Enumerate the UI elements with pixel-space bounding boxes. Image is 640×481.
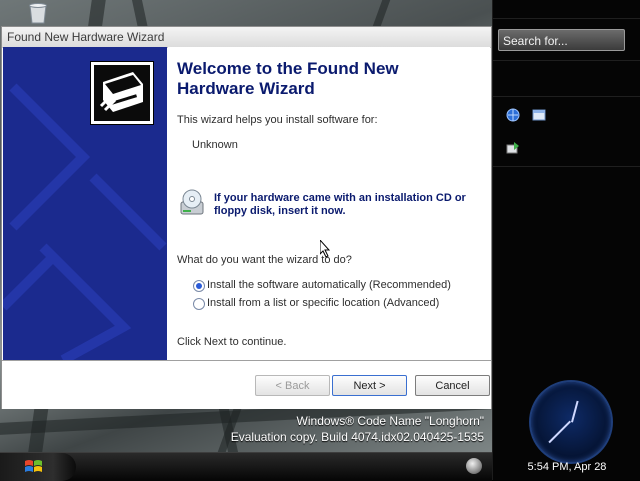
radio-install-from-list[interactable]	[193, 298, 205, 310]
option-label[interactable]: Install the software automatically (Reco…	[207, 279, 451, 291]
sidebar-window-icon[interactable]	[531, 107, 547, 123]
clock-time-text: 5:54 PM, Apr 28	[527, 461, 607, 473]
device-name: Unknown	[192, 139, 238, 151]
evaluation-watermark: Windows® Code Name "Longhorn" Evaluation…	[184, 413, 484, 445]
watermark-line-2: Evaluation copy. Build 4074.idx02.040425…	[230, 430, 484, 444]
clock-minute-hand	[548, 420, 571, 444]
cd-floppy-icon	[180, 189, 204, 215]
sidebar: Search for... 5:54 PM, Apr 28	[492, 0, 640, 480]
sidebar-network-icon[interactable]	[505, 107, 521, 123]
clock-hour-hand	[571, 400, 579, 423]
intro-text: This wizard helps you install software f…	[177, 114, 378, 126]
sidebar-divider	[493, 166, 640, 167]
wizard-body: Welcome to the Found New Hardware Wizard…	[168, 47, 490, 360]
continue-text: Click Next to continue.	[177, 336, 287, 348]
radio-install-automatically[interactable]	[193, 280, 205, 292]
search-input[interactable]: Search for...	[498, 29, 625, 51]
option-label[interactable]: Install from a list or specific location…	[207, 297, 439, 309]
sidebar-divider	[493, 96, 640, 97]
wizard-heading: Welcome to the Found New Hardware Wizard	[177, 59, 399, 98]
watermark-line-1: Windows® Code Name "Longhorn"	[296, 414, 484, 428]
back-button[interactable]: < Back	[255, 375, 330, 396]
mouse-cursor-icon	[320, 240, 330, 258]
cancel-button[interactable]: Cancel	[415, 375, 490, 396]
sidebar-divider	[493, 60, 640, 61]
wizard-footer: < Back Next > Cancel	[2, 360, 491, 409]
sidebar-tray-icon[interactable]	[505, 140, 521, 156]
next-button[interactable]: Next >	[332, 375, 407, 396]
hardware-icon	[90, 61, 154, 125]
clock-gadget[interactable]	[529, 380, 613, 464]
sidebar-tray-icon[interactable]	[466, 458, 482, 474]
windows-logo-icon	[25, 460, 42, 472]
wizard-titlebar[interactable]: Found New Hardware Wizard	[2, 27, 491, 48]
start-button[interactable]	[0, 453, 76, 481]
wizard-title: Found New Hardware Wizard	[7, 30, 165, 44]
wizard-side-panel	[3, 47, 167, 360]
recycle-bin-icon[interactable]	[24, 2, 52, 24]
taskbar	[0, 452, 492, 481]
found-new-hardware-wizard: Found New Hardware Wizard Welcome to the…	[1, 26, 492, 409]
sidebar-divider	[493, 18, 640, 19]
cd-instruction-text: If your hardware came with an installati…	[214, 192, 466, 217]
